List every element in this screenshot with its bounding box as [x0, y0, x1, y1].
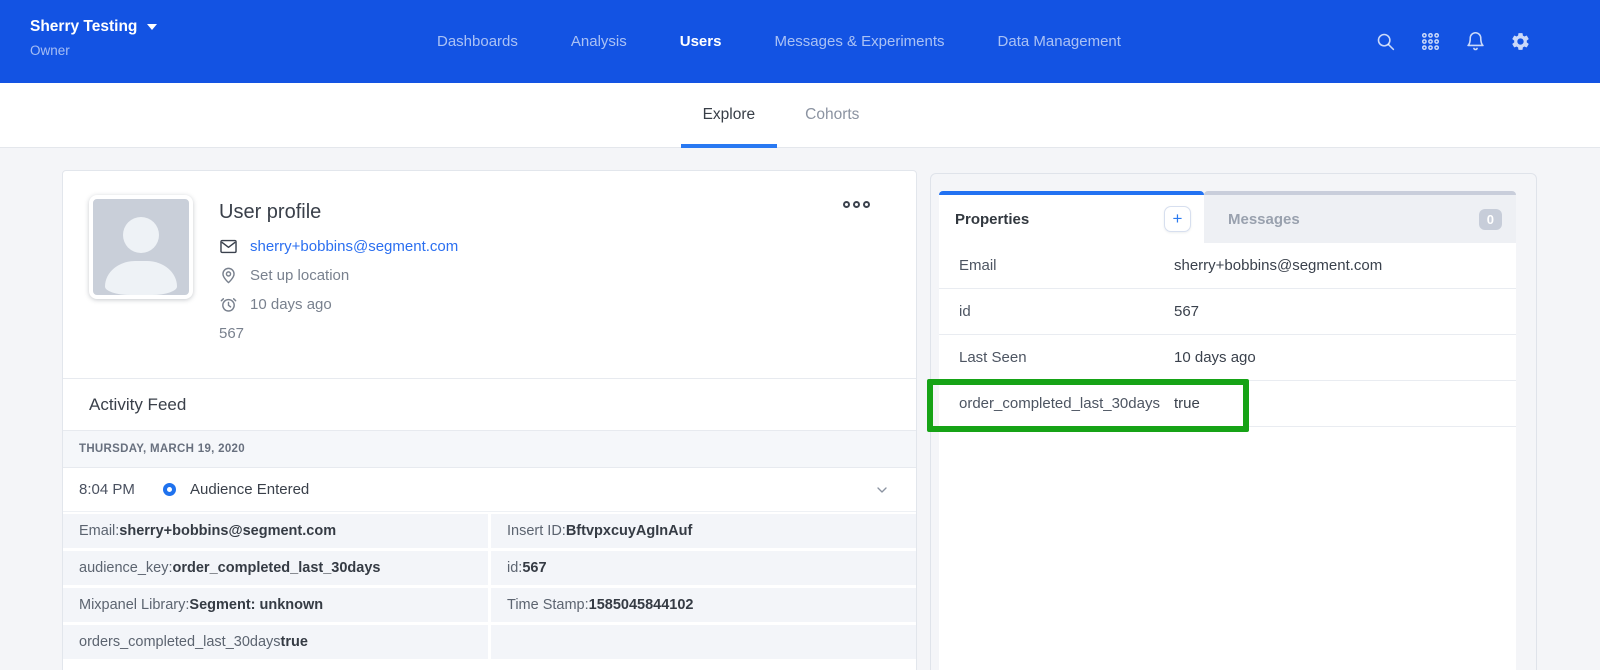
properties-panel: Properties + Messages 0 Email sherry+bob…: [930, 173, 1537, 670]
set-up-location[interactable]: Set up location: [250, 267, 349, 284]
profile-title: User profile: [219, 201, 458, 224]
alarm-clock-icon: [219, 295, 238, 314]
detail-orders-completed: orders_completed_last_30daystrue: [63, 625, 488, 659]
activity-event-row[interactable]: 8:04 PM Audience Entered: [63, 468, 916, 512]
apps-grid-icon[interactable]: [1420, 31, 1441, 52]
detail-email: Email: sherry+bobbins@segment.com: [63, 514, 488, 548]
search-icon[interactable]: [1375, 31, 1396, 52]
event-name: Audience Entered: [190, 481, 309, 498]
nav-item-messages-experiments[interactable]: Messages & Experiments: [774, 33, 944, 50]
nav-item-data-management[interactable]: Data Management: [998, 33, 1121, 50]
detail-id: id: 567: [491, 551, 916, 585]
property-row-order-completed: order_completed_last_30days true: [939, 381, 1516, 427]
section-tab-bar: Explore Cohorts: [0, 83, 1600, 148]
primary-nav: Dashboards Analysis Users Messages & Exp…: [437, 0, 1121, 83]
nav-item-users[interactable]: Users: [680, 33, 722, 50]
panel-tabs: Properties + Messages 0: [939, 191, 1516, 243]
event-details-table: Email: sherry+bobbins@segment.com Insert…: [63, 512, 916, 659]
profile-last-seen: 10 days ago: [250, 296, 332, 313]
tab-messages[interactable]: Messages 0: [1204, 191, 1516, 243]
detail-insert-id: Insert ID: BftvpxcuyAgInAuf: [491, 514, 916, 548]
detail-mixpanel-library: Mixpanel Library: Segment: unknown: [63, 588, 488, 622]
property-row-id: id 567: [939, 289, 1516, 335]
project-switcher[interactable]: Sherry Testing Owner: [30, 18, 157, 58]
project-role: Owner: [30, 43, 157, 58]
settings-gear-icon[interactable]: [1510, 31, 1531, 52]
add-property-button[interactable]: +: [1164, 206, 1191, 232]
caret-down-icon: [147, 24, 157, 30]
more-options-button[interactable]: [839, 197, 874, 212]
nav-item-dashboards[interactable]: Dashboards: [437, 33, 518, 50]
tab-cohorts[interactable]: Cohorts: [803, 83, 861, 147]
property-email-link[interactable]: sherry+bobbins@segment.com: [1174, 257, 1382, 274]
nav-item-analysis[interactable]: Analysis: [571, 33, 627, 50]
detail-time-stamp: Time Stamp: 1585045844102: [491, 588, 916, 622]
activity-date-header: THURSDAY, MARCH 19, 2020: [63, 431, 916, 468]
more-options-icon: [843, 201, 850, 208]
messages-count-badge: 0: [1479, 209, 1502, 230]
project-name: Sherry Testing: [30, 18, 137, 36]
tab-explore[interactable]: Explore: [701, 83, 758, 147]
profile-email-link[interactable]: sherry+bobbins@segment.com: [250, 238, 458, 255]
envelope-icon: [219, 237, 238, 256]
detail-empty-cell: [491, 625, 916, 659]
profile-user-id: 567: [219, 325, 244, 342]
location-pin-icon: [219, 266, 238, 285]
chevron-down-icon[interactable]: [874, 482, 890, 498]
event-time: 8:04 PM: [79, 481, 147, 498]
avatar: [89, 195, 193, 299]
activity-feed-title: Activity Feed: [63, 379, 916, 431]
properties-table: Email sherry+bobbins@segment.com id 567 …: [939, 243, 1516, 670]
top-nav-bar: Sherry Testing Owner Dashboards Analysis…: [0, 0, 1600, 83]
audience-entered-dot-icon: [163, 483, 176, 496]
notifications-bell-icon[interactable]: [1465, 31, 1486, 52]
user-profile-card: User profile sherry+bobbins@segment.com …: [62, 170, 917, 670]
profile-header: User profile sherry+bobbins@segment.com …: [63, 171, 916, 378]
property-row-last-seen: Last Seen 10 days ago: [939, 335, 1516, 381]
main-content: User profile sherry+bobbins@segment.com …: [0, 148, 1600, 670]
property-row-email: Email sherry+bobbins@segment.com: [939, 243, 1516, 289]
detail-audience-key: audience_key: order_completed_last_30day…: [63, 551, 488, 585]
header-icon-group: [1375, 0, 1531, 83]
tab-properties[interactable]: Properties +: [939, 191, 1204, 243]
